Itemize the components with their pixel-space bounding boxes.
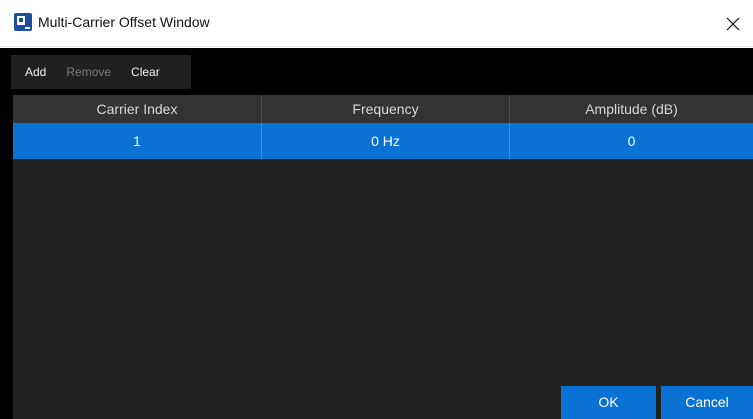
- table-body: 1 0 Hz 0: [13, 123, 753, 159]
- cell-amplitude[interactable]: 0: [510, 123, 753, 159]
- toolbar: Add Remove Clear: [11, 55, 191, 89]
- ok-button[interactable]: OK: [561, 386, 656, 419]
- close-icon: [726, 17, 740, 30]
- close-button[interactable]: [713, 0, 753, 47]
- remove-button[interactable]: Remove: [56, 55, 121, 89]
- cancel-button[interactable]: Cancel: [661, 386, 753, 419]
- table-row[interactable]: 1 0 Hz 0: [13, 123, 753, 159]
- table-header: Carrier Index Frequency Amplitude (dB): [13, 95, 753, 123]
- title-bar: Multi-Carrier Offset Window: [0, 0, 753, 47]
- cell-frequency[interactable]: 0 Hz: [262, 123, 510, 159]
- dialog-body: Add Remove Clear Carrier Index Frequency…: [0, 48, 753, 419]
- clear-button[interactable]: Clear: [121, 55, 170, 89]
- add-button[interactable]: Add: [15, 55, 56, 89]
- column-header-frequency[interactable]: Frequency: [262, 95, 510, 123]
- column-header-carrier-index[interactable]: Carrier Index: [13, 95, 262, 123]
- column-header-amplitude[interactable]: Amplitude (dB): [510, 95, 753, 123]
- cell-carrier-index[interactable]: 1: [13, 123, 262, 159]
- app-icon: [14, 13, 32, 31]
- window-title: Multi-Carrier Offset Window: [38, 14, 210, 30]
- carrier-table: Carrier Index Frequency Amplitude (dB) 1…: [13, 95, 753, 419]
